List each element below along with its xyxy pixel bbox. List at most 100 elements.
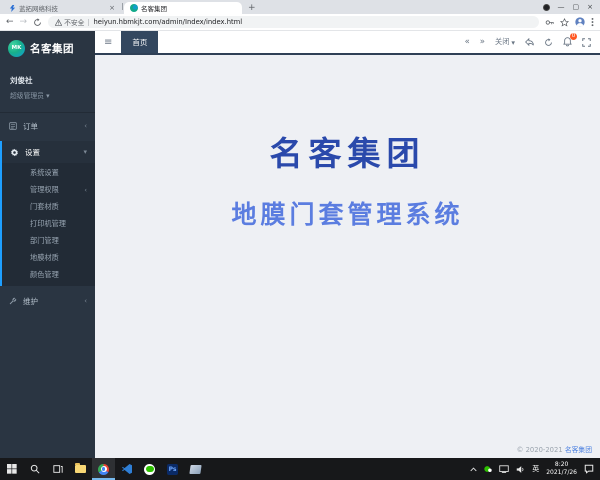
file-explorer-icon[interactable] xyxy=(69,458,92,480)
hero: 名客集团 地膜门套管理系统 xyxy=(95,55,600,231)
network-icon[interactable] xyxy=(499,465,509,473)
system-tray: 英 8:20 2021/7/26 xyxy=(470,458,600,480)
clock-time: 8:20 xyxy=(555,461,568,468)
app-header: ≡ 首页 « » 关闭 ▾ xyxy=(95,31,600,55)
taskbar-clock[interactable]: 8:20 2021/7/26 xyxy=(546,461,577,477)
browser-menu-icon[interactable] xyxy=(591,17,594,27)
tab1-favicon xyxy=(9,5,16,12)
wechat-icon[interactable] xyxy=(138,458,161,480)
key-icon[interactable] xyxy=(545,18,554,27)
browser-back-button[interactable]: ← xyxy=(6,18,14,27)
sidebar-item-settings[interactable]: 设置 ▾ xyxy=(2,141,95,163)
sidebar-item-system-settings[interactable]: 系统设置 xyxy=(2,164,95,181)
admin-permissions-label: 管理权限 xyxy=(30,185,59,195)
browser-toolbar: ← → 不安全 heiyun.hbmkjt.com/admin/Index/in… xyxy=(0,14,600,31)
refresh-icon[interactable] xyxy=(544,38,553,47)
main-panel: ≡ 首页 « » 关闭 ▾ xyxy=(95,31,600,458)
clock-date: 2021/7/26 xyxy=(546,469,577,476)
content-area: 名客集团 地膜门套管理系统 © 2020-2021 名客集团 xyxy=(95,55,600,458)
admin-permissions-collapse-icon: ‹ xyxy=(84,186,87,194)
window-minimize-button[interactable]: — xyxy=(558,2,565,12)
sidebar-item-maintenance[interactable]: 维护 ‹ xyxy=(0,290,95,312)
action-center-icon[interactable] xyxy=(584,464,594,474)
sidebar-item-printer-management[interactable]: 打印机管理 xyxy=(2,215,95,232)
sidebar-item-color-management[interactable]: 颜色管理 xyxy=(2,266,95,283)
logo-monogram: MK xyxy=(12,45,22,51)
window-maximize-button[interactable]: ▢ xyxy=(573,2,580,12)
scroll-tabs-left-icon[interactable]: « xyxy=(465,38,470,47)
gear-icon xyxy=(10,148,19,157)
copyright-text: © 2020-2021 xyxy=(517,446,565,454)
volume-icon[interactable] xyxy=(516,465,525,474)
user-role-caret-icon: ▾ xyxy=(46,92,49,100)
settings-label: 设置 xyxy=(25,147,40,158)
printer-management-label: 打印机管理 xyxy=(30,219,66,229)
ime-indicator[interactable]: 英 xyxy=(532,464,539,474)
back-arrow-icon[interactable] xyxy=(525,38,534,46)
footer-company-link[interactable]: 名客集团 xyxy=(565,446,592,454)
maintenance-label: 维护 xyxy=(23,296,38,307)
browser-tab-strip: 蓝拓网络科技 × 名客集团 + — ▢ × xyxy=(0,0,600,14)
blue-app-icon[interactable]: Ps xyxy=(161,458,184,480)
user-role-label: 超级管理员 xyxy=(10,92,44,100)
company-logo-icon: MK xyxy=(8,40,25,57)
task-view-icon[interactable] xyxy=(46,458,69,480)
user-role-dropdown[interactable]: 超级管理员 ▾ xyxy=(10,90,85,100)
browser-reload-button[interactable] xyxy=(33,18,42,27)
scroll-tabs-right-icon[interactable]: » xyxy=(480,38,485,47)
url-separator xyxy=(88,19,89,26)
film-material-label: 地膜材质 xyxy=(30,253,59,263)
browser-tab-2-active[interactable]: 名客集团 xyxy=(124,2,242,14)
tab2-title: 名客集团 xyxy=(141,3,236,13)
start-button[interactable] xyxy=(0,458,23,480)
settings-expand-icon: ▾ xyxy=(83,148,87,156)
browser-forward-button[interactable]: → xyxy=(20,18,28,27)
tab-separator xyxy=(122,3,123,10)
new-tab-button[interactable]: + xyxy=(242,3,262,14)
window-close-button[interactable]: × xyxy=(587,2,593,12)
hamburger-menu-icon[interactable]: ≡ xyxy=(95,31,121,53)
address-bar[interactable]: 不安全 heiyun.hbmkjt.com/admin/Index/index.… xyxy=(48,16,539,28)
tab-home[interactable]: 首页 xyxy=(121,31,158,53)
search-icon[interactable] xyxy=(23,458,46,480)
sidebar: MK 名客集团 刘俊社 超级管理员 ▾ 订单 ‹ xyxy=(0,31,95,458)
gray-app-icon[interactable] xyxy=(184,458,207,480)
url-text[interactable]: heiyun.hbmkjt.com/admin/Index/index.html xyxy=(93,18,242,26)
color-management-label: 颜色管理 xyxy=(30,270,59,280)
close-tabs-caret-icon: ▾ xyxy=(511,38,515,47)
notification-badge: 0 xyxy=(570,33,577,40)
door-cover-material-label: 门套材质 xyxy=(30,202,59,212)
warning-triangle-icon xyxy=(55,19,62,26)
toolbar-right xyxy=(545,17,594,27)
wrench-icon xyxy=(8,297,17,305)
close-tabs-dropdown[interactable]: 关闭 ▾ xyxy=(495,37,515,47)
tab2-favicon xyxy=(130,4,138,12)
orders-label: 订单 xyxy=(23,121,38,132)
tray-wechat-status-icon[interactable] xyxy=(484,465,492,473)
record-indicator-icon xyxy=(543,4,550,11)
notification-bell-icon[interactable]: 0 xyxy=(563,37,572,47)
page-title: 名客集团 xyxy=(95,127,600,175)
profile-avatar-icon[interactable] xyxy=(575,17,585,27)
security-warning[interactable]: 不安全 xyxy=(55,17,84,27)
user-name: 刘俊社 xyxy=(10,75,85,86)
browser-tab-1[interactable]: 蓝拓网络科技 × xyxy=(3,2,121,14)
page-subtitle: 地膜门套管理系统 xyxy=(95,195,600,231)
sidebar-item-orders[interactable]: 订单 ‹ xyxy=(0,115,95,137)
vscode-icon[interactable] xyxy=(115,458,138,480)
sidebar-item-admin-permissions[interactable]: 管理权限 ‹ xyxy=(2,181,95,198)
window-controls: — ▢ × xyxy=(543,2,600,14)
tab1-close-icon[interactable]: × xyxy=(109,4,115,12)
orders-collapse-icon: ‹ xyxy=(84,122,87,130)
fullscreen-icon[interactable] xyxy=(582,38,591,47)
sidebar-item-door-cover-material[interactable]: 门套材质 xyxy=(2,198,95,215)
tray-chevron-up-icon[interactable] xyxy=(470,467,477,472)
admin-app: MK 名客集团 刘俊社 超级管理员 ▾ 订单 ‹ xyxy=(0,31,600,458)
sidebar-item-department-management[interactable]: 部门管理 xyxy=(2,232,95,249)
bookmark-star-icon[interactable] xyxy=(560,18,569,27)
sidebar-logo[interactable]: MK 名客集团 xyxy=(0,31,95,65)
department-management-label: 部门管理 xyxy=(30,236,59,246)
chrome-taskbar-icon[interactable] xyxy=(92,458,115,480)
user-block: 刘俊社 超级管理员 ▾ xyxy=(0,65,95,112)
sidebar-item-film-material[interactable]: 地膜材质 xyxy=(2,249,95,266)
